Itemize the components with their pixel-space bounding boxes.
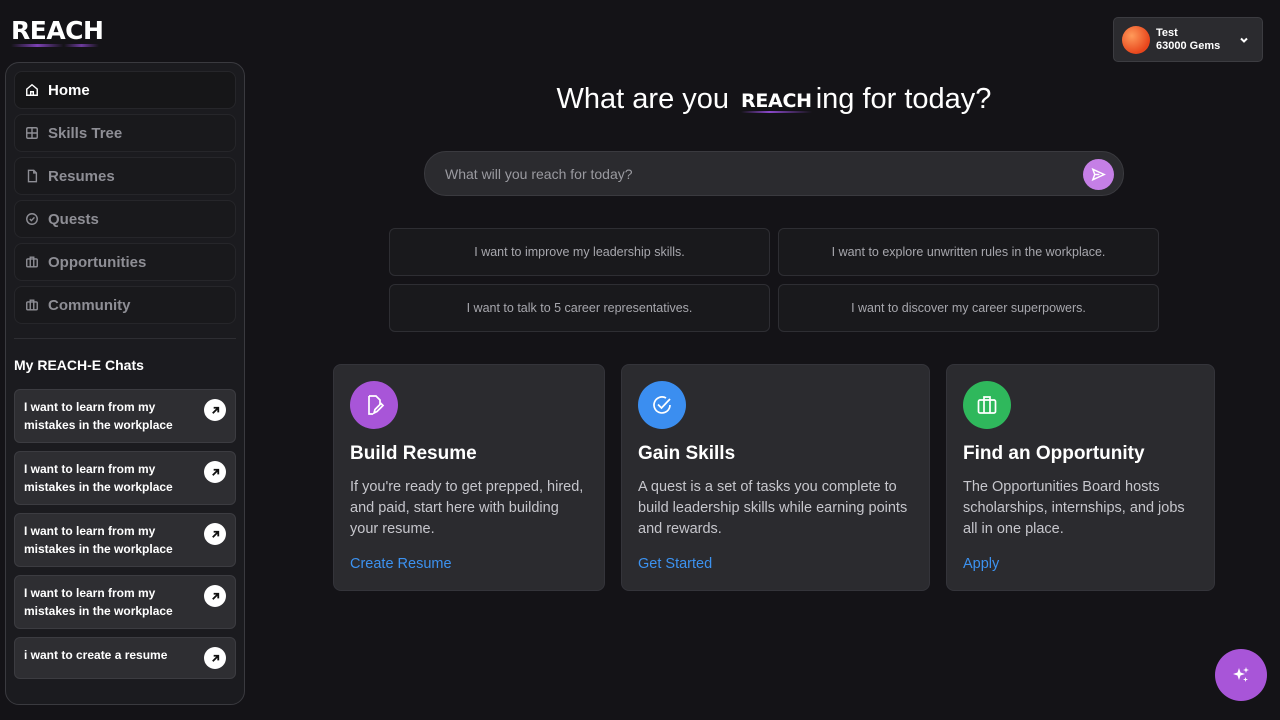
ai-assistant-button[interactable] — [1215, 649, 1267, 701]
chat-text: I want to learn from my mistakes in the … — [24, 400, 173, 432]
sidebar-item-label: Resumes — [48, 167, 115, 185]
chat-text: i want to create a resume — [24, 648, 168, 662]
search-input[interactable] — [445, 165, 1065, 182]
chat-item[interactable]: I want to learn from my mistakes in the … — [14, 451, 236, 505]
sidebar-item-label: Quests — [48, 210, 99, 228]
card-gain-skills: Gain Skills A quest is a set of tasks yo… — [621, 364, 930, 591]
arrow-up-right-icon[interactable] — [204, 523, 226, 545]
card-description: If you're ready to get prepped, hired, a… — [350, 479, 584, 537]
briefcase-icon — [25, 298, 39, 312]
briefcase-icon — [963, 381, 1011, 429]
card-description: The Opportunities Board hosts scholarshi… — [963, 479, 1185, 537]
headline-before: What are you — [556, 83, 730, 115]
avatar — [1122, 25, 1150, 54]
chat-item[interactable]: i want to create a resume — [14, 637, 236, 679]
send-button[interactable] — [1083, 159, 1114, 190]
sidebar: Home Skills Tree Resumes Quests Opportun… — [5, 62, 245, 705]
suggestion-chip[interactable]: I want to talk to 5 career representativ… — [389, 284, 770, 332]
arrow-up-right-icon[interactable] — [204, 585, 226, 607]
user-gems: 63000 Gems — [1156, 39, 1221, 52]
sidebar-item-skills-tree[interactable]: Skills Tree — [14, 114, 236, 152]
chats-title: My REACH-E Chats — [14, 357, 144, 373]
arrow-up-right-icon[interactable] — [204, 461, 226, 483]
card-title: Gain Skills — [638, 443, 736, 464]
sidebar-item-quests[interactable]: Quests — [14, 200, 236, 238]
grid-icon — [25, 126, 39, 140]
headline-after: ing for today? — [815, 83, 992, 115]
chat-text: I want to learn from my mistakes in the … — [24, 524, 173, 556]
file-icon — [25, 169, 39, 183]
chat-text: I want to learn from my mistakes in the … — [24, 462, 173, 494]
search-bar — [424, 151, 1124, 196]
check-circle-icon — [25, 212, 39, 226]
resume-edit-icon — [350, 381, 398, 429]
check-circle-icon — [638, 381, 686, 429]
sidebar-divider — [14, 338, 236, 339]
user-name: Test — [1156, 26, 1178, 39]
reach-inline-logo: REACH — [741, 89, 812, 113]
chat-item[interactable]: I want to learn from my mistakes in the … — [14, 575, 236, 629]
chevron-down-icon — [1238, 33, 1250, 45]
get-started-link[interactable]: Get Started — [638, 556, 913, 572]
send-icon — [1091, 167, 1106, 182]
suggestion-chip[interactable]: I want to improve my leadership skills. — [389, 228, 770, 276]
create-resume-link[interactable]: Create Resume — [350, 556, 588, 572]
apply-link[interactable]: Apply — [963, 556, 1198, 572]
briefcase-icon — [25, 255, 39, 269]
chat-item[interactable]: I want to learn from my mistakes in the … — [14, 389, 236, 443]
reach-logo[interactable]: REACH — [11, 16, 104, 47]
card-find-opportunity: Find an Opportunity The Opportunities Bo… — [946, 364, 1215, 591]
sidebar-item-opportunities[interactable]: Opportunities — [14, 243, 236, 281]
card-title: Build Resume — [350, 443, 477, 464]
suggestion-chip[interactable]: I want to explore unwritten rules in the… — [778, 228, 1159, 276]
arrow-up-right-icon[interactable] — [204, 399, 226, 421]
page-title: What are you REACH ing for today? — [0, 83, 1280, 116]
sparkles-icon — [1233, 667, 1249, 682]
chat-text: I want to learn from my mistakes in the … — [24, 586, 173, 618]
card-title: Find an Opportunity — [963, 443, 1145, 464]
sidebar-item-label: Opportunities — [48, 253, 147, 271]
arrow-up-right-icon[interactable] — [204, 647, 226, 669]
sidebar-item-label: Skills Tree — [48, 124, 123, 142]
card-description: A quest is a set of tasks you complete t… — [638, 479, 908, 537]
sidebar-item-community[interactable]: Community — [14, 286, 236, 324]
sidebar-item-label: Community — [48, 296, 131, 314]
sidebar-item-resumes[interactable]: Resumes — [14, 157, 236, 195]
chat-item[interactable]: I want to learn from my mistakes in the … — [14, 513, 236, 567]
suggestion-chip[interactable]: I want to discover my career superpowers… — [778, 284, 1159, 332]
user-menu[interactable]: Test 63000 Gems — [1113, 17, 1263, 62]
card-build-resume: Build Resume If you're ready to get prep… — [333, 364, 605, 591]
